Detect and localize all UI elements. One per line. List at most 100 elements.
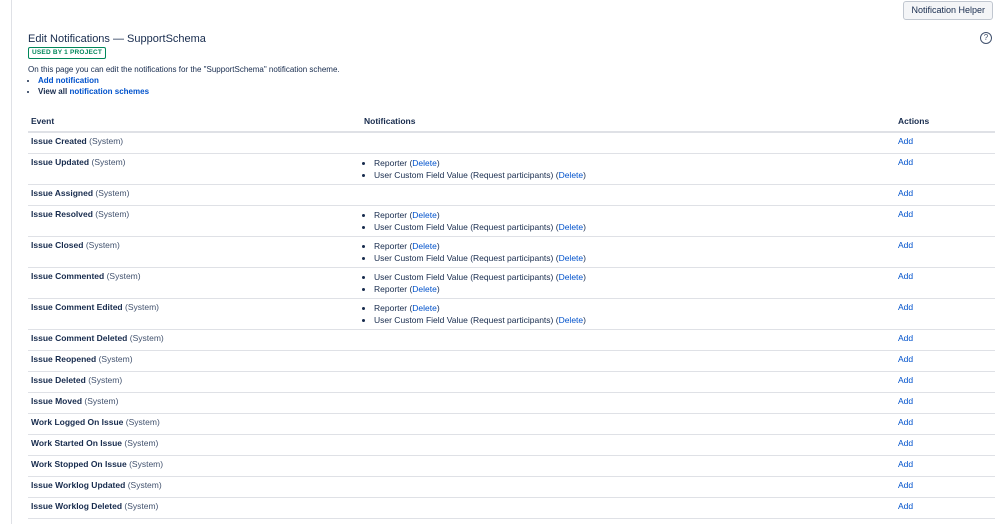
notifications-cell: Reporter (Delete)User Custom Field Value… — [361, 153, 895, 185]
add-notification-action-link[interactable]: Add — [898, 354, 913, 364]
notification-item: Reporter (Delete) — [374, 302, 892, 314]
notification-helper-button[interactable]: Notification Helper — [903, 1, 993, 20]
view-all-label: View all — [38, 87, 70, 96]
notification-recipient: User Custom Field Value (Request partici… — [374, 170, 554, 180]
notification-item: Reporter (Delete) — [374, 209, 892, 221]
add-notification-link[interactable]: Add notification — [38, 76, 99, 85]
delete-notification-link[interactable]: Delete — [412, 210, 437, 220]
add-notification-action-link[interactable]: Add — [898, 438, 913, 448]
notification-item: User Custom Field Value (Request partici… — [374, 221, 892, 233]
notifications-cell — [361, 184, 895, 206]
event-name: Issue Worklog Updated — [31, 480, 126, 490]
actions-cell: Add — [895, 298, 995, 330]
notification-item: User Custom Field Value (Request partici… — [374, 314, 892, 326]
event-cell: Work Started On Issue (System) — [28, 434, 361, 456]
notification-recipient: Reporter — [374, 241, 408, 251]
notification-recipient: Reporter — [374, 284, 408, 294]
notifications-cell — [361, 497, 895, 519]
notification-recipient: User Custom Field Value (Request partici… — [374, 315, 554, 325]
actions-cell: Add — [895, 184, 995, 206]
delete-notification-link[interactable]: Delete — [412, 241, 437, 251]
notification-list: Reporter (Delete)User Custom Field Value… — [364, 157, 892, 181]
event-name: Issue Reopened — [31, 354, 97, 364]
event-name: Work Stopped On Issue — [31, 459, 127, 469]
actions-cell: Add — [895, 236, 995, 268]
event-cell: Work Stopped On Issue (System) — [28, 455, 361, 477]
column-header-notifications: Notifications — [361, 111, 895, 133]
delete-notification-link[interactable]: Delete — [559, 253, 584, 263]
notifications-cell — [361, 132, 895, 154]
event-system-label: (System) — [89, 136, 124, 146]
actions-cell: Add — [895, 455, 995, 477]
event-system-label: (System) — [125, 302, 160, 312]
add-notification-action-link[interactable]: Add — [898, 240, 913, 250]
help-icon[interactable]: ? — [980, 32, 992, 44]
delete-notification-link[interactable]: Delete — [559, 272, 584, 282]
add-notification-action-link[interactable]: Add — [898, 209, 913, 219]
notification-item: User Custom Field Value (Request partici… — [374, 169, 892, 181]
actions-cell: Add — [895, 267, 995, 299]
event-name: Issue Moved — [31, 396, 83, 406]
notification-recipient: Reporter — [374, 210, 408, 220]
event-name: Issue Comment Edited — [31, 302, 123, 312]
delete-notification-link[interactable]: Delete — [412, 284, 437, 294]
delete-notification-link[interactable]: Delete — [559, 315, 584, 325]
notification-item: Reporter (Delete) — [374, 157, 892, 169]
event-name: Issue Created — [31, 136, 87, 146]
notifications-table: Event Notifications Actions Issue Create… — [28, 111, 995, 519]
event-system-label: (System) — [127, 480, 162, 490]
event-system-label: (System) — [85, 240, 120, 250]
add-notification-action-link[interactable]: Add — [898, 157, 913, 167]
event-system-label: (System) — [95, 209, 130, 219]
add-notification-action-link[interactable]: Add — [898, 302, 913, 312]
event-system-label: (System) — [98, 354, 133, 364]
table-row: Issue Created (System) Add — [28, 132, 995, 154]
delete-notification-link[interactable]: Delete — [559, 170, 584, 180]
add-notification-action-link[interactable]: Add — [898, 480, 913, 490]
add-notification-action-link[interactable]: Add — [898, 396, 913, 406]
notification-list: Reporter (Delete)User Custom Field Value… — [364, 209, 892, 233]
notification-item: Reporter (Delete) — [374, 240, 892, 252]
add-notification-action-link[interactable]: Add — [898, 136, 913, 146]
add-notification-action-link[interactable]: Add — [898, 333, 913, 343]
actions-cell: Add — [895, 371, 995, 393]
add-notification-action-link[interactable]: Add — [898, 417, 913, 427]
delete-notification-link[interactable]: Delete — [412, 303, 437, 313]
delete-notification-link[interactable]: Delete — [559, 222, 584, 232]
notification-list: User Custom Field Value (Request partici… — [364, 271, 892, 295]
left-divider — [11, 0, 12, 524]
actions-cell: Add — [895, 205, 995, 237]
add-notification-action-link[interactable]: Add — [898, 375, 913, 385]
delete-notification-link[interactable]: Delete — [412, 158, 437, 168]
notifications-cell — [361, 455, 895, 477]
page-links: Add notification View all notification s… — [28, 75, 149, 97]
add-notification-action-link[interactable]: Add — [898, 271, 913, 281]
column-header-event: Event — [28, 111, 361, 133]
add-notification-action-link[interactable]: Add — [898, 501, 913, 511]
used-by-badge[interactable]: USED BY 1 PROJECT — [28, 47, 107, 59]
notification-recipient: Reporter — [374, 158, 408, 168]
notification-item: User Custom Field Value (Request partici… — [374, 252, 892, 264]
notification-recipient: User Custom Field Value (Request partici… — [374, 272, 554, 282]
event-cell: Issue Closed (System) — [28, 236, 361, 268]
notification-recipient: Reporter — [374, 303, 408, 313]
table-row: Issue Assigned (System) Add — [28, 184, 995, 206]
notification-schemes-link[interactable]: notification schemes — [69, 87, 149, 96]
event-system-label: (System) — [95, 188, 130, 198]
event-system-label: (System) — [125, 417, 160, 427]
table-row: Work Stopped On Issue (System) Add — [28, 455, 995, 477]
add-notification-action-link[interactable]: Add — [898, 188, 913, 198]
event-cell: Issue Worklog Updated (System) — [28, 476, 361, 498]
event-name: Issue Commented — [31, 271, 105, 281]
add-notification-action-link[interactable]: Add — [898, 459, 913, 469]
table-header-row: Event Notifications Actions — [28, 111, 995, 133]
actions-cell: Add — [895, 350, 995, 372]
table-row: Work Started On Issue (System) Add — [28, 434, 995, 456]
notification-item: User Custom Field Value (Request partici… — [374, 271, 892, 283]
notification-item: Reporter (Delete) — [374, 283, 892, 295]
actions-cell: Add — [895, 132, 995, 154]
table-row: Issue Commented (System) User Custom Fiel… — [28, 267, 995, 299]
table-row: Issue Comment Edited (System) Reporter (D… — [28, 298, 995, 330]
event-name: Work Logged On Issue — [31, 417, 124, 427]
event-name: Work Started On Issue — [31, 438, 123, 448]
